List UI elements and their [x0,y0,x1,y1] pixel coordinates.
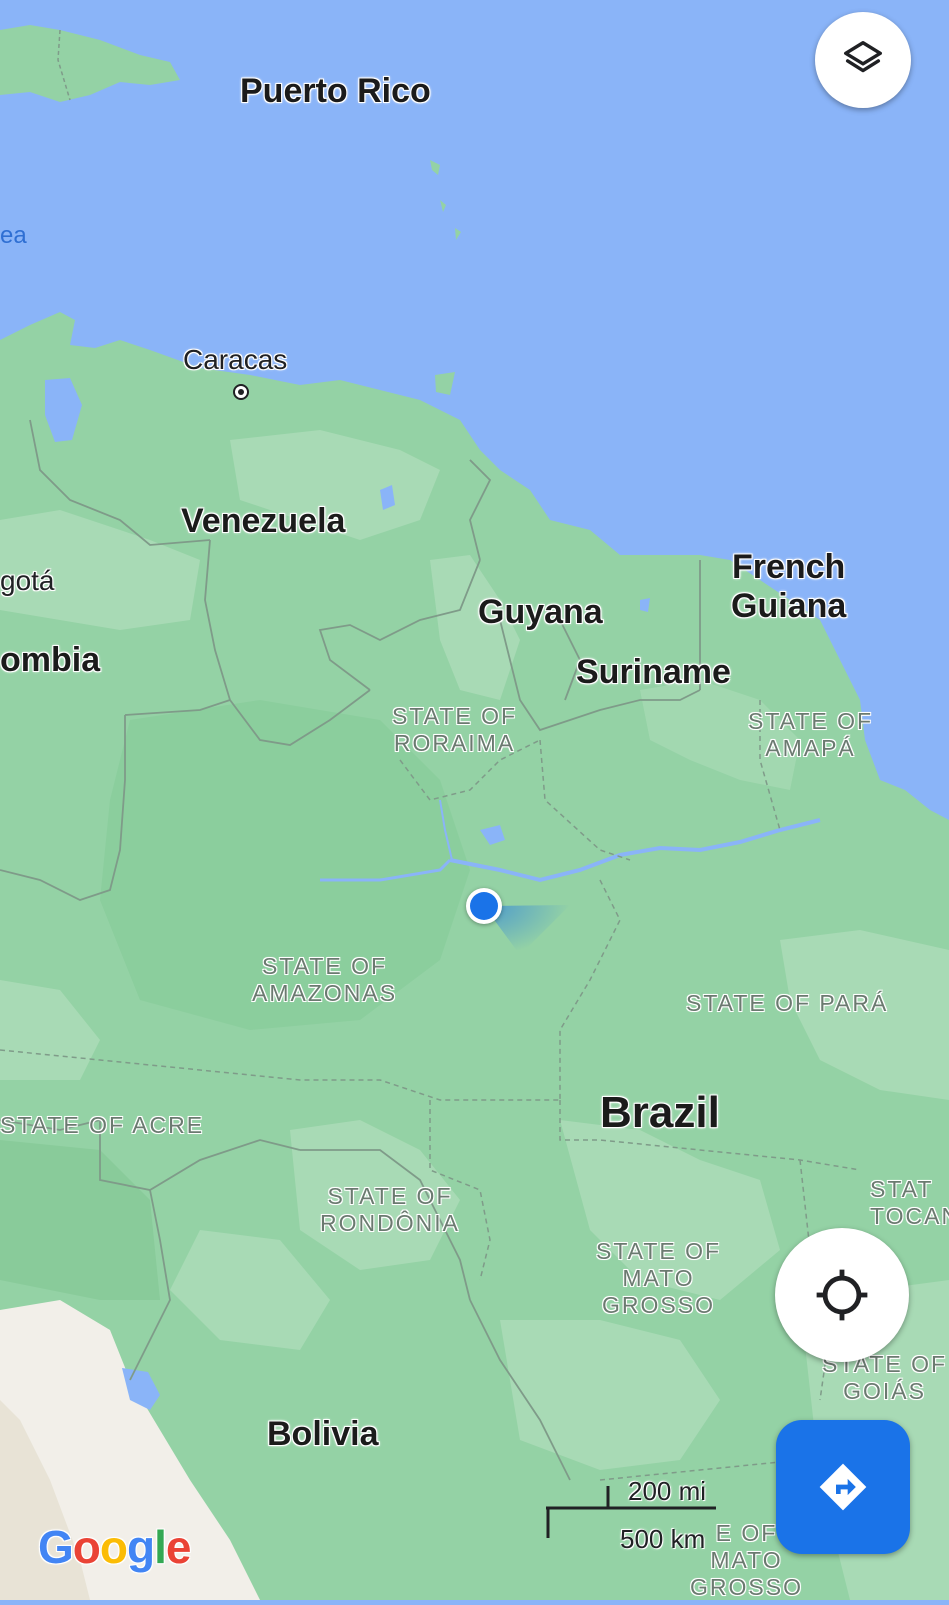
state-label-line: AMAPÁ [765,735,856,761]
current-location-dot[interactable] [466,888,502,924]
state-label-amapa[interactable]: STATE OF AMAPÁ [748,708,873,762]
directions-icon [819,1463,867,1511]
map-scale-bar: 200 mi 500 km [546,1476,726,1558]
country-label-french-guiana[interactable]: French Guiana [731,548,846,626]
state-label-line: GROSSO [602,1292,715,1318]
country-label-puerto-rico[interactable]: Puerto Rico [240,72,431,111]
google-logo-letter: o [72,1521,101,1573]
state-label-tocantins[interactable]: STAT TOCAN [870,1176,949,1230]
state-label-line: STATE OF [748,708,874,734]
state-label-line: STATE OF [327,1183,453,1209]
state-label-line: AMAZONAS [252,980,398,1006]
my-location-icon [816,1269,868,1321]
state-label-line: RORAIMA [393,730,516,756]
map-canvas[interactable] [0,0,949,1600]
google-logo: Google [38,1520,192,1574]
country-label-bolivia[interactable]: Bolivia [267,1415,378,1454]
state-label-amazonas[interactable]: STATE OF AMAZONAS [252,953,397,1007]
state-label-acre[interactable]: STATE OF ACRE [0,1112,204,1139]
layers-icon [844,41,882,73]
state-label-mato-grosso[interactable]: STATE OF MATO GROSSO [596,1238,721,1319]
scale-imperial-label: 200 mi [628,1476,707,1506]
scale-metric-label: 500 km [620,1524,706,1554]
country-label-colombia[interactable]: ombia [0,641,100,680]
google-logo-letter: G [38,1521,74,1573]
country-label-suriname[interactable]: Suriname [576,653,731,692]
google-logo-letter: g [127,1521,155,1573]
state-label-line: RONDÔNIA [320,1210,460,1236]
state-label-line: STATE OF [262,953,388,979]
map-terrain [0,0,949,1600]
state-label-rondonia[interactable]: STATE OF RONDÔNIA [320,1183,460,1237]
google-logo-letter: o [99,1521,128,1573]
layers-button[interactable] [815,12,911,108]
state-label-line: GOIÁS [843,1378,926,1404]
state-label-para[interactable]: STATE OF PARÁ [686,990,888,1017]
directions-button[interactable] [776,1420,910,1554]
state-label-line: STAT [870,1176,934,1202]
state-label-line: MATO [622,1265,695,1291]
state-label-roraima[interactable]: STATE OF RORAIMA [392,703,517,757]
current-location-dot-inner [470,892,498,920]
state-label-line: GROSSO [690,1574,803,1600]
city-label-caracas[interactable]: Caracas [183,344,287,376]
my-location-button[interactable] [775,1228,909,1362]
google-logo-letter: l [154,1521,167,1573]
state-label-line: STATE OF [596,1238,722,1264]
google-logo-letter: e [165,1521,192,1573]
country-label-venezuela[interactable]: Venezuela [181,502,345,541]
state-label-line: TOCAN [870,1203,949,1229]
french-guiana-line-1: French [731,548,846,586]
country-label-brazil[interactable]: Brazil [600,1088,720,1138]
french-guiana-line-2: Guiana [731,587,847,625]
sea-label: ea [0,222,27,249]
state-label-line: STATE OF [392,703,518,729]
city-label-bogota[interactable]: gotá [0,565,55,597]
country-label-guyana[interactable]: Guyana [478,593,603,632]
